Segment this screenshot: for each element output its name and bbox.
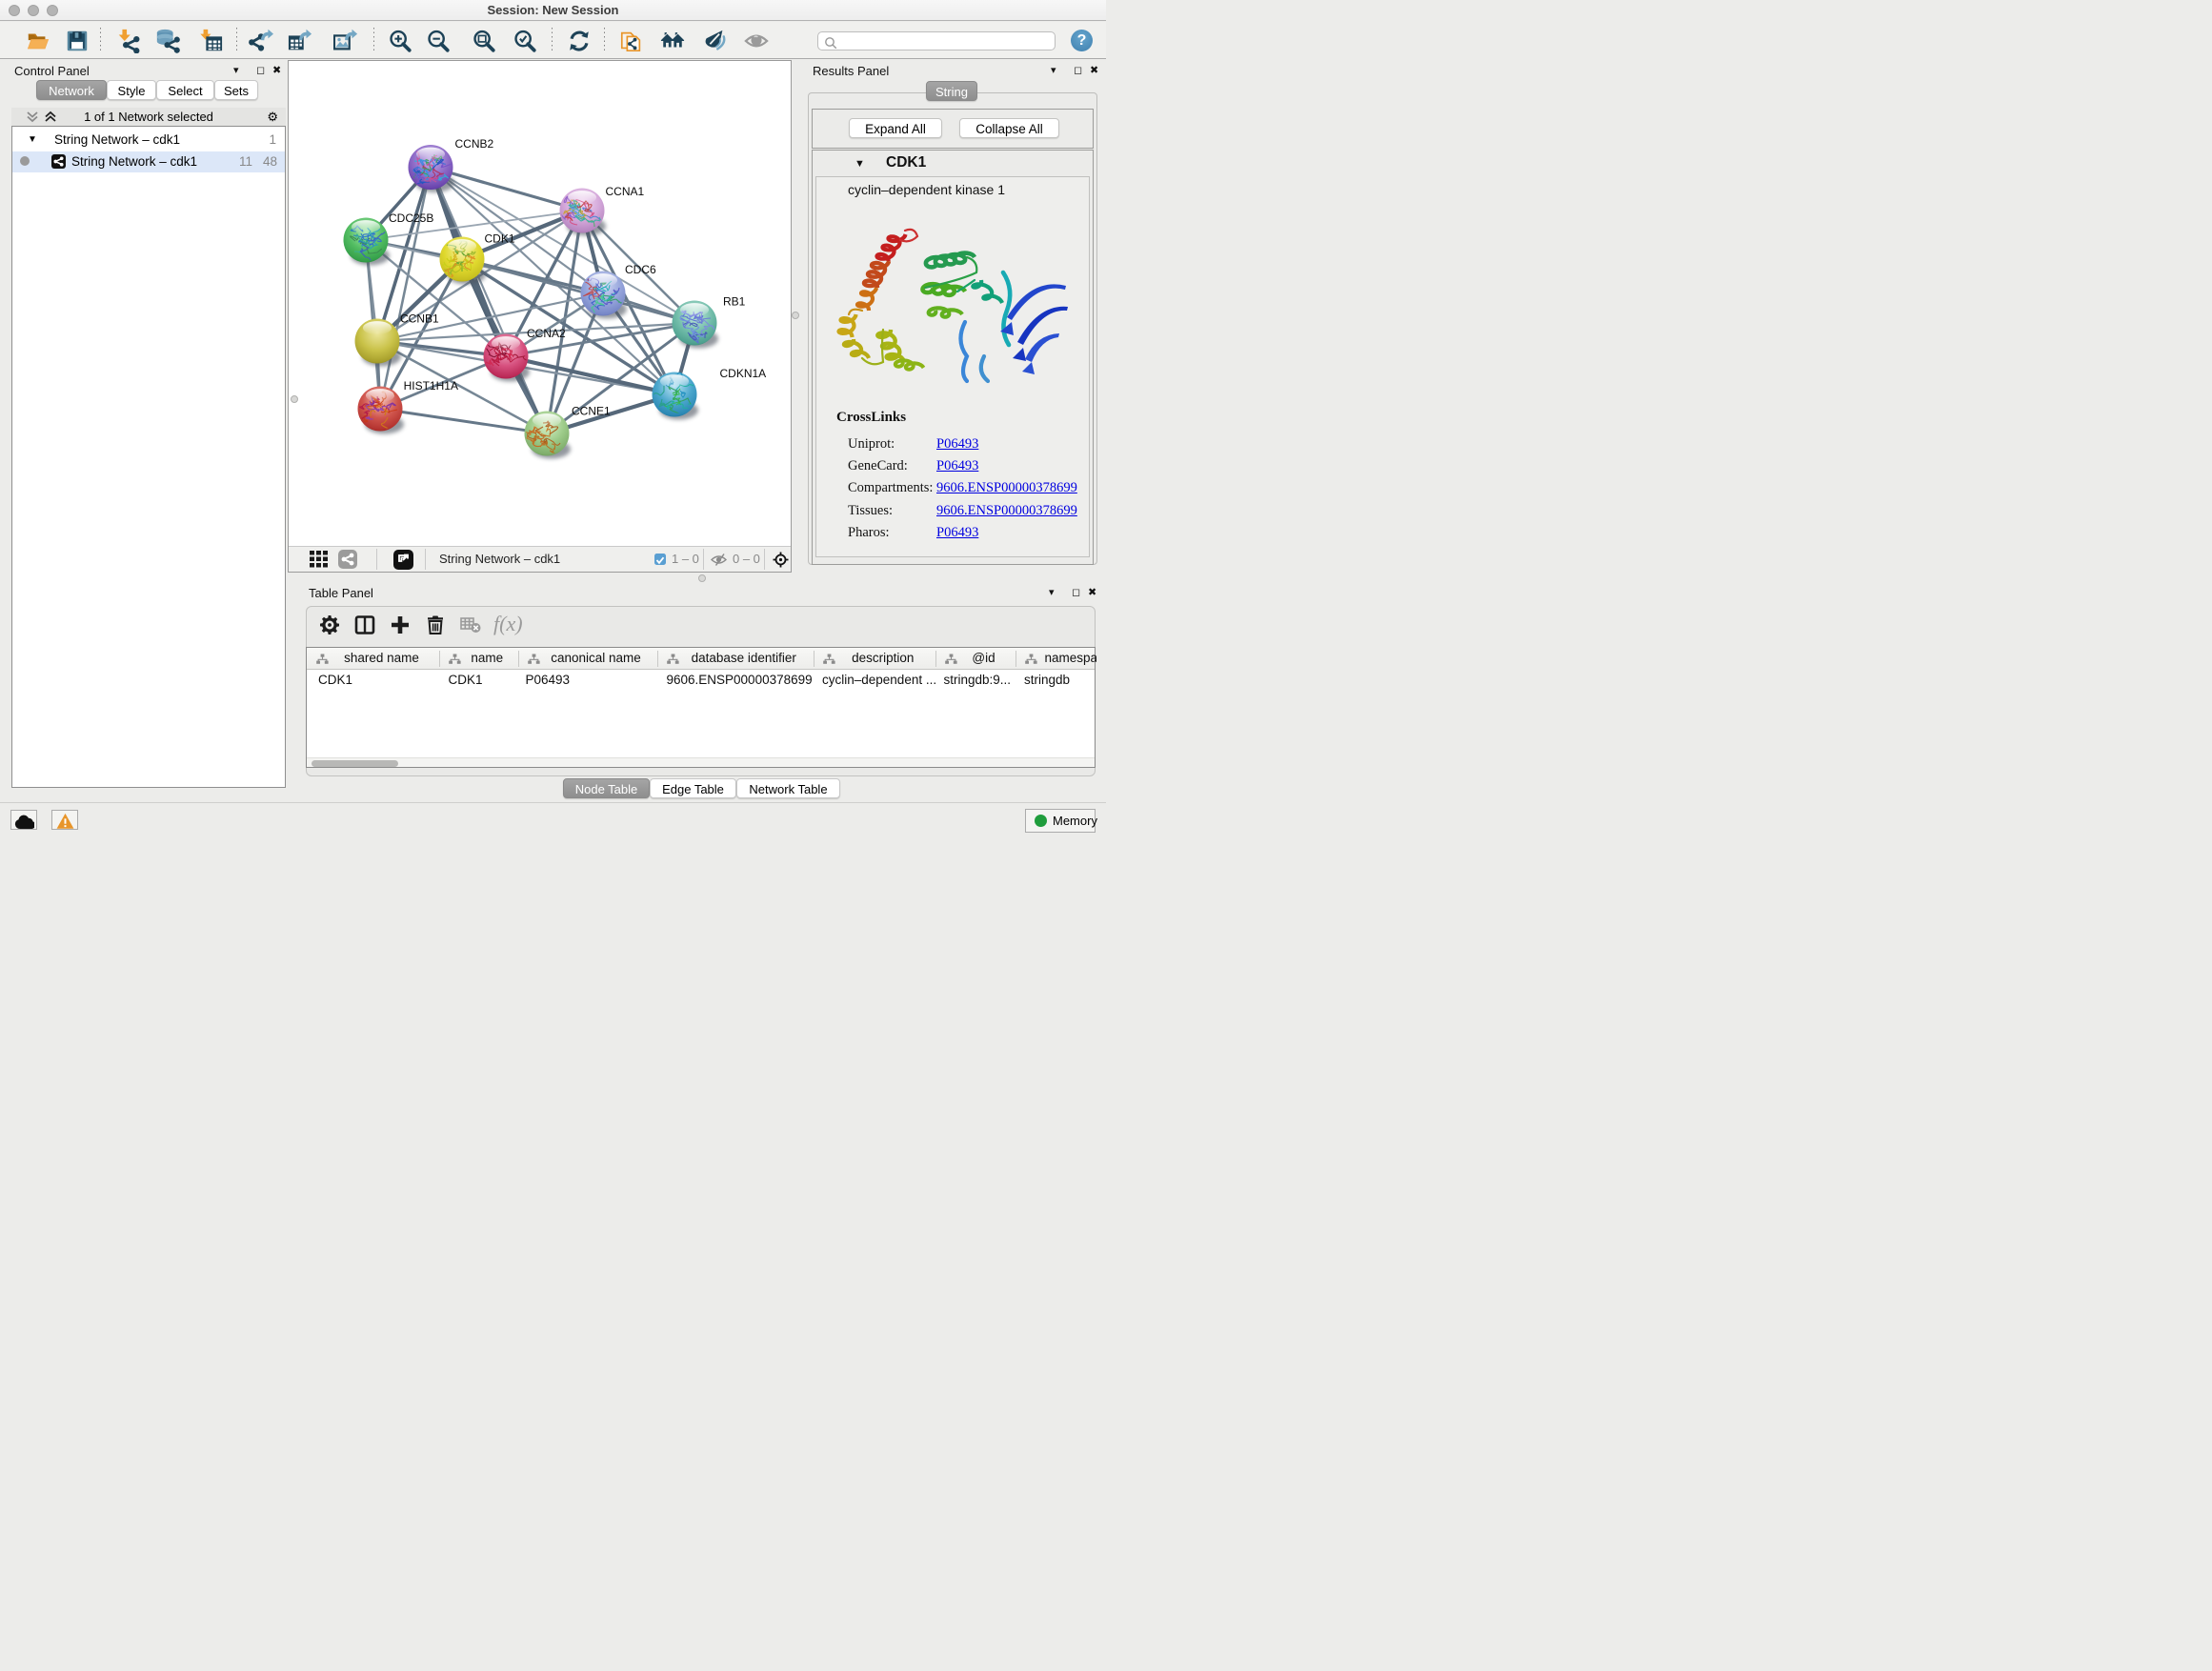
- svg-text:CCNE1: CCNE1: [572, 405, 611, 418]
- svg-text:CDC25B: CDC25B: [389, 211, 433, 225]
- svg-text:CCNA2: CCNA2: [527, 327, 566, 340]
- svg-text:CDKN1A: CDKN1A: [720, 367, 767, 380]
- svg-text:CCNB2: CCNB2: [455, 137, 494, 151]
- svg-text:CDC6: CDC6: [625, 263, 656, 276]
- svg-text:HIST1H1A: HIST1H1A: [404, 379, 458, 393]
- svg-text:RB1: RB1: [723, 295, 746, 309]
- svg-text:CCNB1: CCNB1: [400, 312, 439, 326]
- svg-text:CCNA1: CCNA1: [606, 185, 645, 198]
- svg-text:CDK1: CDK1: [485, 232, 515, 246]
